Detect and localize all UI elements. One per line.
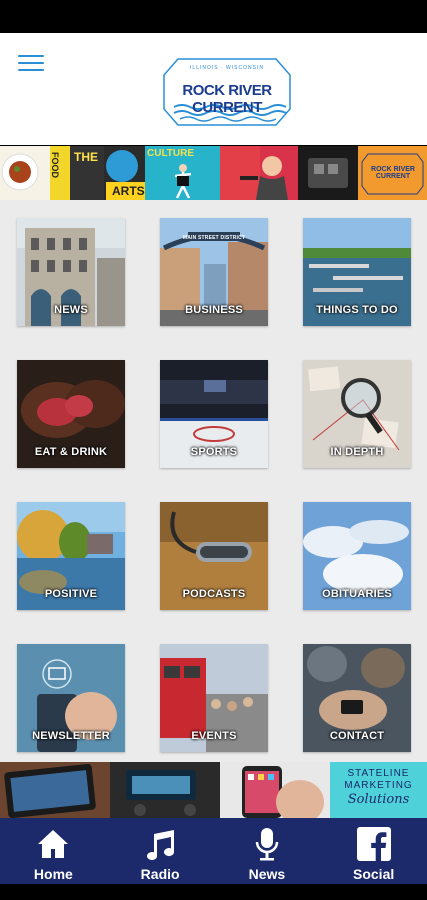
tab-radio-label: Radio xyxy=(140,866,180,882)
banner-logo-label: ROCK RIVER CURRENT xyxy=(371,166,415,180)
tile-events-label: EVENTS xyxy=(191,730,237,742)
tile-podcasts-label: PODCASTS xyxy=(182,588,246,600)
tile-business-label: BUSINESS xyxy=(185,304,243,316)
banner-music-panel xyxy=(220,146,298,200)
app-logo: ILLINOIS · WISCONSIN ROCK RIVER CURRENT xyxy=(156,55,298,129)
status-bar xyxy=(0,0,427,33)
hamburger-menu-icon[interactable] xyxy=(18,55,44,73)
category-grid: NEWS MAIN STREET DISTRICT BUSINESS THING… xyxy=(0,200,427,762)
tile-sports-label: SPORTS xyxy=(190,446,238,458)
ad-stateline-line2: MARKETING xyxy=(344,780,413,791)
ad-stateline-script: Solutions xyxy=(347,792,410,807)
tile-sports[interactable]: SPORTS xyxy=(160,360,268,468)
banner-the-label: THE xyxy=(74,150,98,164)
tab-news[interactable]: News xyxy=(214,818,321,884)
tile-news[interactable]: NEWS xyxy=(17,218,125,326)
banner-arts-panel: THE ARTS xyxy=(70,146,145,200)
tile-eat-drink-label: EAT & DRINK xyxy=(34,446,108,458)
tab-social[interactable]: Social xyxy=(320,818,427,884)
ad-banner[interactable]: STATELINE MARKETING Solutions xyxy=(0,762,427,818)
app-header: ILLINOIS · WISCONSIN ROCK RIVER CURRENT xyxy=(0,33,427,145)
ad-tablet-image xyxy=(0,762,110,818)
category-banner[interactable]: FOOD THE ARTS CULTURE ROCK RIVER CURRENT xyxy=(0,146,427,200)
system-nav-bar xyxy=(0,884,427,900)
ad-phone-image xyxy=(220,762,330,818)
ad-stateline-panel: STATELINE MARKETING Solutions xyxy=(330,762,427,818)
banner-culture-panel: CULTURE xyxy=(145,146,220,200)
tile-events[interactable]: EVENTS xyxy=(160,644,268,752)
tile-contact-label: CONTACT xyxy=(329,730,385,742)
ad-stateline-line1: STATELINE xyxy=(347,768,410,779)
tile-newsletter[interactable]: NEWSLETTER xyxy=(17,644,125,752)
banner-culture-label: CULTURE xyxy=(147,148,195,159)
music-note-icon xyxy=(147,830,175,861)
tile-positive-label: POSITIVE xyxy=(44,588,98,600)
facebook-icon xyxy=(356,827,391,861)
tab-social-label: Social xyxy=(353,866,395,882)
tile-business-sign: MAIN STREET DISTRICT xyxy=(182,235,246,241)
logo-subtitle: ILLINOIS · WISCONSIN xyxy=(190,65,264,71)
tile-obituaries-label: OBITUARIES xyxy=(322,588,392,600)
tab-radio[interactable]: Radio xyxy=(107,818,214,884)
bottom-tab-bar: Home Radio News Social xyxy=(0,818,427,884)
home-icon xyxy=(38,830,69,858)
tab-news-label: News xyxy=(248,866,286,882)
tile-positive[interactable]: POSITIVE xyxy=(17,502,125,610)
tile-eat-drink[interactable]: EAT & DRINK xyxy=(17,360,125,468)
logo-title: ROCK RIVER CURRENT xyxy=(182,82,272,116)
tile-things-to-do[interactable]: THINGS TO DO xyxy=(303,218,411,326)
tab-home-label: Home xyxy=(33,866,73,882)
tile-in-depth[interactable]: IN DEPTH xyxy=(303,360,411,468)
banner-arts-label: ARTS xyxy=(112,184,145,198)
banner-logo-panel: ROCK RIVER CURRENT xyxy=(358,146,427,200)
tile-newsletter-label: NEWSLETTER xyxy=(32,730,110,742)
tile-podcasts[interactable]: PODCASTS xyxy=(160,502,268,610)
banner-film-panel xyxy=(298,146,358,200)
tile-things-to-do-label: THINGS TO DO xyxy=(316,304,398,316)
tile-contact[interactable]: CONTACT xyxy=(303,644,411,752)
microphone-icon xyxy=(255,828,279,861)
tile-obituaries[interactable]: OBITUARIES xyxy=(303,502,411,610)
ad-dashboard-image xyxy=(110,762,220,818)
banner-food-label: FOOD xyxy=(50,152,60,178)
tile-news-label: NEWS xyxy=(54,304,88,316)
tile-business[interactable]: MAIN STREET DISTRICT BUSINESS xyxy=(160,218,268,326)
tile-in-depth-label: IN DEPTH xyxy=(330,446,384,458)
tab-home[interactable]: Home xyxy=(0,818,107,884)
banner-food-panel: FOOD xyxy=(0,146,70,200)
